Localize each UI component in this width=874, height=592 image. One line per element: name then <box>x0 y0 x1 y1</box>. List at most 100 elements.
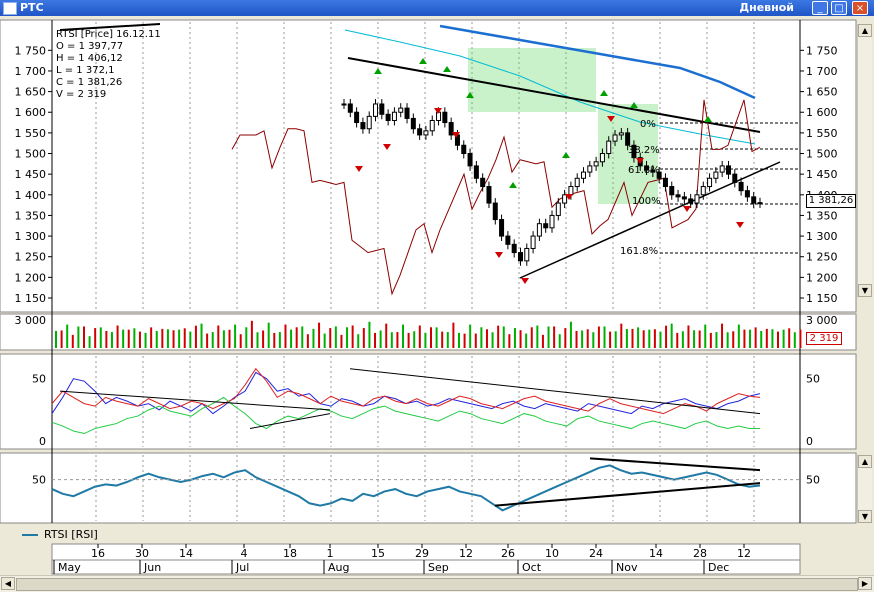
candle-body <box>599 153 605 163</box>
price-tick-label: 1 200 <box>15 271 47 284</box>
rsi-tick-label: 50 <box>806 474 820 487</box>
price-tick-label: 1 650 <box>15 86 47 99</box>
candle-body <box>347 103 353 113</box>
price-tick-label: 1 550 <box>15 127 47 140</box>
month-label: Dec <box>708 561 729 574</box>
day-label: 10 <box>545 547 559 560</box>
candle-body <box>461 144 467 155</box>
ohlc-low: L = 1 372,1 <box>56 65 115 76</box>
day-label: 28 <box>693 547 707 560</box>
fib-label: 161.8% <box>620 246 659 257</box>
day-label: 12 <box>737 547 751 560</box>
price-tick-label: 1 350 <box>806 209 838 222</box>
candle-body <box>423 130 429 136</box>
candle-body <box>379 103 385 115</box>
legend-swatch <box>22 534 38 536</box>
close-button[interactable]: × <box>852 1 868 15</box>
scroll-thumb[interactable] <box>16 578 858 591</box>
month-label: Oct <box>522 561 542 574</box>
candle-body <box>499 219 505 237</box>
day-label: 12 <box>459 547 473 560</box>
price-scrollbar[interactable]: ▲ ▼ <box>857 24 872 297</box>
price-tick-label: 1 700 <box>15 65 47 78</box>
candle-body <box>354 111 360 124</box>
candle-body <box>549 214 555 229</box>
candle-body <box>505 235 511 245</box>
price-tick-label: 1 300 <box>15 230 47 243</box>
candle-body <box>618 132 624 136</box>
volume-tick-label: 3 000 <box>806 314 838 327</box>
candle-body <box>725 165 731 175</box>
price-tick-label: 1 500 <box>806 148 838 161</box>
price-tick-label: 1 450 <box>806 168 838 181</box>
osc-tick-label: 0 <box>39 435 46 448</box>
down-arrow-icon[interactable]: ▼ <box>858 284 872 297</box>
price-tick-label: 1 200 <box>806 271 838 284</box>
window-title: РТС <box>20 1 44 14</box>
candle-body <box>530 235 536 249</box>
candle-body <box>625 132 631 146</box>
candle-body <box>486 186 492 204</box>
up-arrow-icon[interactable]: ▲ <box>858 24 872 37</box>
price-tick-label: 1 250 <box>806 251 838 264</box>
ohlc-open: O = 1 397,77 <box>56 41 124 52</box>
day-label: 29 <box>415 547 429 560</box>
month-label: Jul <box>235 561 249 574</box>
maximize-button[interactable]: □ <box>831 1 847 15</box>
candle-body <box>524 247 530 262</box>
candle-body <box>707 177 713 188</box>
price-tick-label: 1 600 <box>15 106 47 119</box>
timeframe-label[interactable]: Дневной <box>739 1 794 14</box>
candle-body <box>675 194 681 198</box>
up-arrow-icon[interactable]: ▲ <box>858 455 872 468</box>
candle-body <box>366 115 372 130</box>
fib-label: 100% <box>632 196 661 207</box>
candle-body <box>744 190 750 198</box>
right-arrow-icon[interactable]: ▶ <box>858 577 872 590</box>
candle-body <box>473 165 479 179</box>
left-arrow-icon[interactable]: ◀ <box>1 577 15 590</box>
price-tick-label: 1 400 <box>15 189 47 202</box>
candle-body <box>480 177 486 188</box>
price-tick-label: 1 750 <box>806 44 838 57</box>
candle-body <box>536 223 542 237</box>
candle-body <box>492 202 498 221</box>
rsi-scrollbar[interactable]: ▲ ▼ <box>857 455 872 523</box>
day-label: 1 <box>327 547 334 560</box>
candle-body <box>606 140 612 155</box>
fib-label: 61.8% <box>628 165 660 176</box>
day-label: 4 <box>241 547 248 560</box>
candle-body <box>391 111 397 121</box>
rsi-tick-label: 50 <box>32 474 46 487</box>
candle-body <box>732 173 738 183</box>
horizontal-scrollbar[interactable]: ◀ ▶ <box>0 575 874 592</box>
candle-body <box>436 111 442 121</box>
minimize-button[interactable]: _ <box>812 1 828 15</box>
month-label: Aug <box>328 561 349 574</box>
osc-tick-label: 50 <box>32 373 46 386</box>
candle-body <box>410 117 416 130</box>
candle-body <box>517 252 523 262</box>
candle-body <box>751 196 757 204</box>
day-label: 24 <box>589 547 603 560</box>
candle-body <box>738 181 744 192</box>
candle-body <box>442 111 448 124</box>
candle-body <box>587 165 593 173</box>
price-tick-label: 1 500 <box>15 148 47 161</box>
price-tick-label: 1 700 <box>806 65 838 78</box>
candle-body <box>467 153 473 167</box>
chart-area[interactable]: 3 000 3 000 50 50 0 0 50 50 1 750 1 750 1 700 1 … <box>0 16 874 575</box>
candle-body <box>568 186 574 196</box>
candle-body <box>713 171 719 179</box>
candle-body <box>417 128 423 136</box>
candle-body <box>562 194 568 204</box>
rsi-legend: RTSI [RSI] <box>22 528 98 544</box>
candle-body <box>688 198 694 204</box>
down-arrow-icon[interactable]: ▼ <box>858 510 872 523</box>
candle-body <box>511 243 517 254</box>
day-label: 14 <box>179 547 193 560</box>
candle-body <box>385 113 391 121</box>
day-label: 15 <box>371 547 385 560</box>
candle-body <box>694 194 700 204</box>
ohlc-close: C = 1 381,26 <box>56 77 123 88</box>
